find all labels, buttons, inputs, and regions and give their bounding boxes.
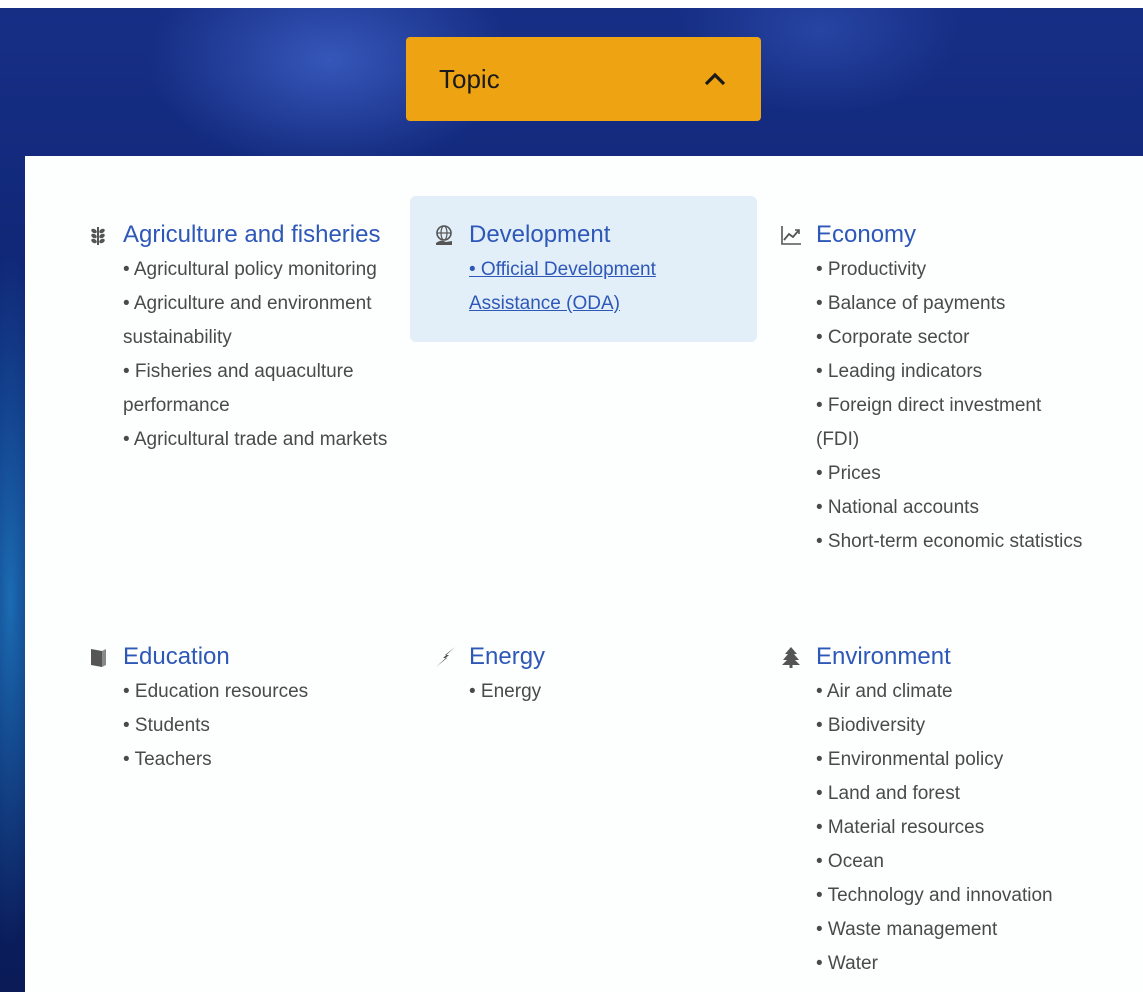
list-item[interactable]: • Balance of payments (816, 287, 1086, 321)
category-title[interactable]: Energy (469, 638, 739, 675)
list-item[interactable]: • Material resources (816, 811, 1086, 845)
list-item[interactable]: • Corporate sector (816, 321, 1086, 355)
list-item[interactable]: • Agricultural trade and markets (123, 423, 408, 457)
list-item[interactable]: • Teachers (123, 743, 393, 777)
list-item[interactable]: • Agriculture and environment sustainabi… (123, 287, 408, 355)
topic-dropdown-button[interactable]: Topic (406, 37, 761, 121)
list-item[interactable]: • Biodiversity (816, 709, 1086, 743)
category-education: Education • Education resources • Studen… (91, 638, 393, 777)
category-title[interactable]: Environment (816, 638, 1086, 675)
list-item[interactable]: • Land and forest (816, 777, 1086, 811)
list-item[interactable]: • National accounts (816, 491, 1086, 525)
category-title[interactable]: Education (123, 638, 393, 675)
top-strip (0, 0, 1143, 8)
tree-icon (780, 646, 802, 668)
list-item[interactable]: • Prices (816, 457, 1086, 491)
category-title[interactable]: Development (469, 216, 739, 253)
lightning-icon (433, 646, 455, 668)
category-title[interactable]: Economy (816, 216, 1086, 253)
line-chart-icon (780, 224, 802, 246)
category-development: Development • Official Development Assis… (436, 216, 739, 321)
list-item[interactable]: • Ocean (816, 845, 1086, 879)
list-item[interactable]: • Environmental policy (816, 743, 1086, 777)
list-item[interactable]: • Air and climate (816, 675, 1086, 709)
list-item[interactable]: • Waste management (816, 913, 1086, 947)
list-item[interactable]: • Technology and innovation (816, 879, 1086, 913)
wheat-icon (87, 224, 109, 246)
topic-button-label: Topic (439, 63, 500, 94)
category-agriculture: Agriculture and fisheries • Agricultural… (91, 216, 408, 457)
list-item[interactable]: • Foreign direct investment (FDI) (816, 389, 1086, 457)
list-item[interactable]: • Fisheries and aquaculture performance (123, 355, 408, 423)
list-item[interactable]: • Official Development Assistance (ODA) (469, 253, 739, 321)
list-item[interactable]: • Short-term economic statistics (816, 525, 1086, 559)
list-item[interactable]: • Leading indicators (816, 355, 1086, 389)
globe-hand-icon (433, 224, 455, 246)
list-item[interactable]: • Agricultural policy monitoring (123, 253, 408, 287)
category-energy: Energy • Energy (436, 638, 739, 709)
chevron-up-icon (691, 59, 739, 99)
list-item[interactable]: • Energy (469, 675, 739, 709)
list-item[interactable]: • Students (123, 709, 393, 743)
category-environment: Environment • Air and climate • Biodiver… (782, 638, 1086, 981)
category-title[interactable]: Agriculture and fisheries (123, 216, 408, 253)
book-icon (87, 646, 109, 668)
list-item[interactable]: • Productivity (816, 253, 1086, 287)
category-economy: Economy • Productivity • Balance of paym… (781, 216, 1086, 559)
list-item[interactable]: • Education resources (123, 675, 393, 709)
list-item[interactable]: • Water (816, 947, 1086, 981)
